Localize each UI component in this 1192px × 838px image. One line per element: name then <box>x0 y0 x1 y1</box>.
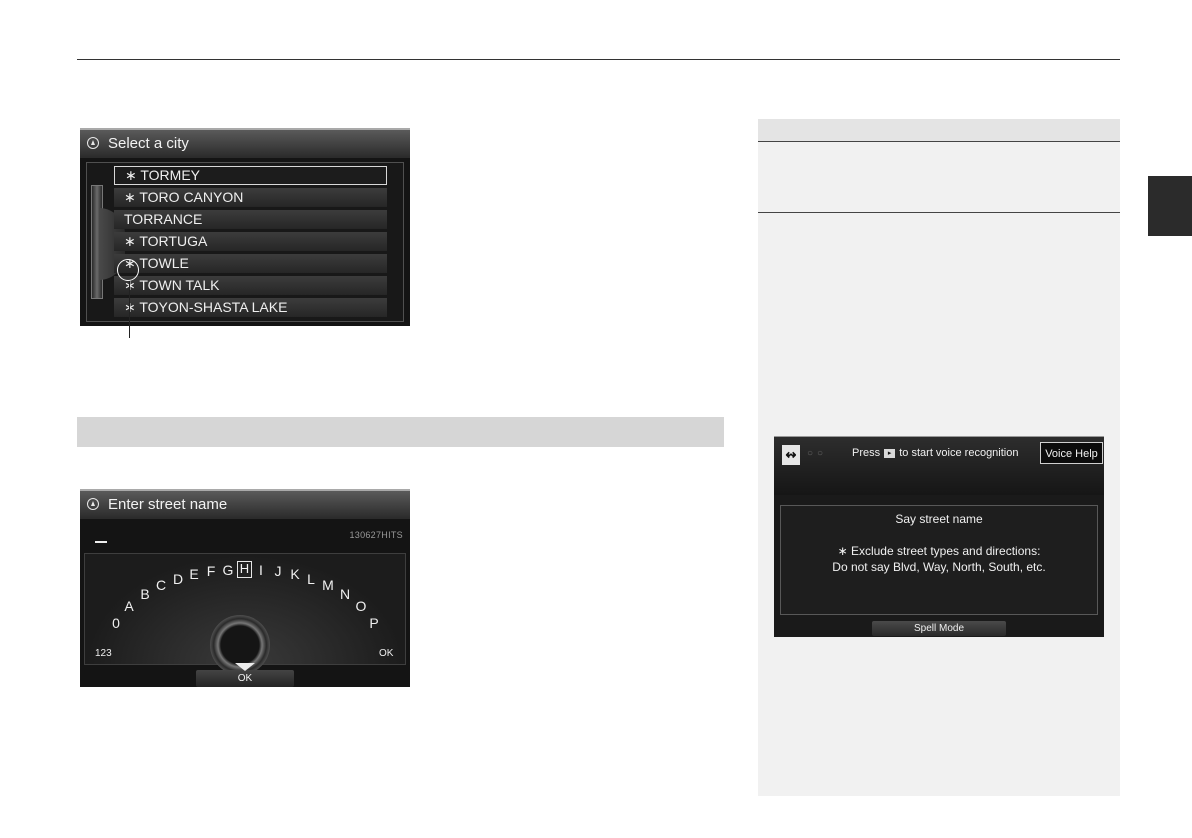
sidebar-rule <box>758 212 1120 213</box>
ok-label: OK <box>237 673 253 684</box>
callout-circle <box>117 259 139 281</box>
spell-mode-button[interactable]: Spell Mode <box>872 621 1006 636</box>
city-list-item[interactable]: TORRANCE <box>114 210 387 229</box>
key-k[interactable]: K <box>287 566 303 582</box>
sidebar-rule <box>758 141 1120 142</box>
key-c[interactable]: C <box>153 577 169 593</box>
street-screen-title: Enter street name <box>108 496 228 513</box>
key-b[interactable]: B <box>137 586 153 602</box>
voice-instruction: Press ▸ to start voice recognition <box>852 447 1018 459</box>
key-n[interactable]: N <box>337 586 353 602</box>
city-list-item[interactable]: ∗ TOWN TALK <box>114 276 387 295</box>
city-list-item[interactable]: ∗ TORO CANYON <box>114 188 387 207</box>
key-p[interactable]: P <box>366 615 382 631</box>
press-suffix: to start voice recognition <box>899 447 1019 459</box>
key-h[interactable]: H <box>237 561 252 578</box>
callout-leader-line <box>129 281 130 338</box>
voice-note-line1: ∗ Exclude street types and directions: <box>837 544 1041 558</box>
city-list-item[interactable]: ∗ TORTUGA <box>114 232 387 251</box>
city-screen-title-bar: Select a city <box>80 130 410 158</box>
sidebar-header <box>758 119 1120 141</box>
navigation-arrow-icon <box>87 498 99 510</box>
key-e[interactable]: E <box>186 566 202 582</box>
voice-command-icon: ↭ <box>782 445 800 465</box>
key-i[interactable]: I <box>253 562 269 578</box>
hit-count: 130627HITS <box>349 530 403 540</box>
key-j[interactable]: J <box>270 563 286 579</box>
street-screen-title-bar: Enter street name <box>80 491 410 519</box>
city-list-item[interactable]: ∗ TOYON-SHASTA LAKE <box>114 298 387 317</box>
street-entry-screen: Enter street name 130627HITS 0 A B C D E… <box>80 489 410 687</box>
key-a[interactable]: A <box>121 598 137 614</box>
voice-note-line2: Do not say Blvd, Way, North, South, etc. <box>832 560 1046 574</box>
city-list-item[interactable]: ∗ TORMEY <box>114 166 387 185</box>
key-d[interactable]: D <box>170 571 186 587</box>
key-g[interactable]: G <box>220 562 236 578</box>
ok-key[interactable]: OK <box>379 648 393 659</box>
navigation-arrow-icon <box>87 137 99 149</box>
voice-help-button[interactable]: Voice Help <box>1040 442 1103 464</box>
mode-123-key[interactable]: 123 <box>95 648 112 659</box>
key-0[interactable]: 0 <box>108 615 124 631</box>
talk-button-icon: ▸ <box>884 448 896 458</box>
voice-screen: ↭ ○○ Press ▸ to start voice recognition … <box>774 436 1104 637</box>
key-m[interactable]: M <box>320 577 336 593</box>
down-arrow-icon <box>235 663 255 671</box>
press-label: Press <box>852 447 881 459</box>
header-rule <box>77 59 1120 60</box>
key-o[interactable]: O <box>353 598 369 614</box>
city-screen-title: Select a city <box>108 135 189 152</box>
status-icons: ○○ <box>807 448 828 459</box>
chapter-tab <box>1148 176 1192 236</box>
text-entry-cursor[interactable] <box>95 541 107 543</box>
voice-prompt-panel: Say street name ∗ Exclude street types a… <box>780 505 1098 615</box>
section-heading-bar <box>77 417 724 447</box>
city-list-item[interactable]: ∗ TOWLE <box>114 254 387 273</box>
voice-prompt-title: Say street name <box>895 512 983 526</box>
key-f[interactable]: F <box>203 563 219 579</box>
key-l[interactable]: L <box>303 571 319 587</box>
